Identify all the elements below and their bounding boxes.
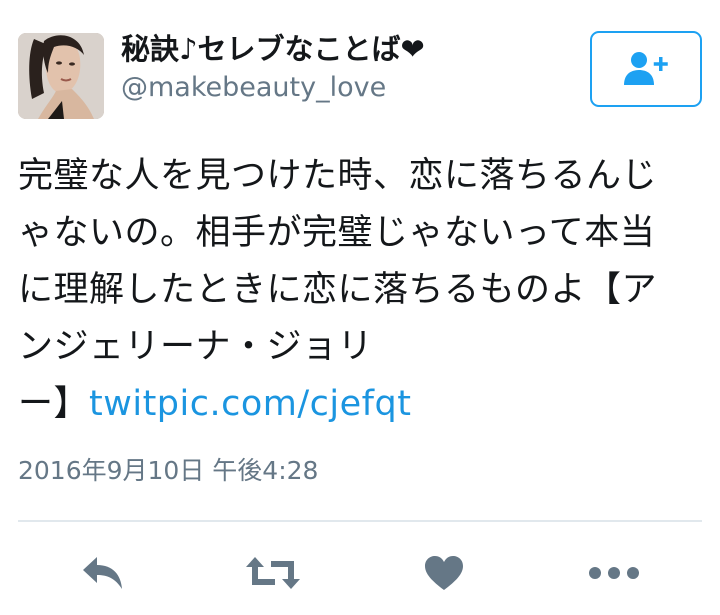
divider — [18, 520, 702, 522]
tweet-text-tail: ー】 — [18, 384, 90, 424]
tweet-text-line: ンジェリーナ・ジョリ — [18, 327, 374, 367]
tweet-text-line: 完璧な人を見つけた時、恋に落ちるんじ — [18, 156, 658, 196]
tweet-card: 秘訣♪セレブなことば❤ @makebeauty_love 完璧な人を見つけた時、… — [0, 0, 720, 615]
follow-button[interactable] — [590, 31, 702, 107]
add-user-icon — [624, 52, 668, 85]
user-handle[interactable]: @makebeauty_love — [121, 71, 386, 105]
profile-photo-icon — [18, 33, 104, 119]
tweet-text-line: に理解したときに恋に落ちるものよ【ア — [18, 270, 658, 310]
reply-button[interactable] — [74, 549, 134, 597]
more-button[interactable] — [584, 549, 644, 597]
reply-icon — [83, 557, 122, 589]
tweet-link[interactable]: twitpic.com/cjefqt — [89, 384, 411, 424]
tweet-text-line: ゃないの。相手が完璧じゃないって本当 — [18, 213, 656, 253]
like-button[interactable] — [414, 549, 474, 597]
more-icon — [589, 567, 639, 579]
retweet-icon — [246, 557, 300, 589]
tweet-text: 完璧な人を見つけた時、恋に落ちるんじ ゃないの。相手が完璧じゃないって本当 に理… — [18, 148, 702, 433]
tweet-timestamp[interactable]: 2016年9月10日 午後4:28 — [18, 454, 318, 488]
heart-icon — [425, 556, 463, 590]
avatar[interactable] — [18, 33, 104, 119]
user-display-name[interactable]: 秘訣♪セレブなことば❤ — [121, 31, 425, 67]
tweet-text-last-line: ー】twitpic.com/cjefqt — [18, 376, 702, 433]
retweet-button[interactable] — [243, 549, 303, 597]
